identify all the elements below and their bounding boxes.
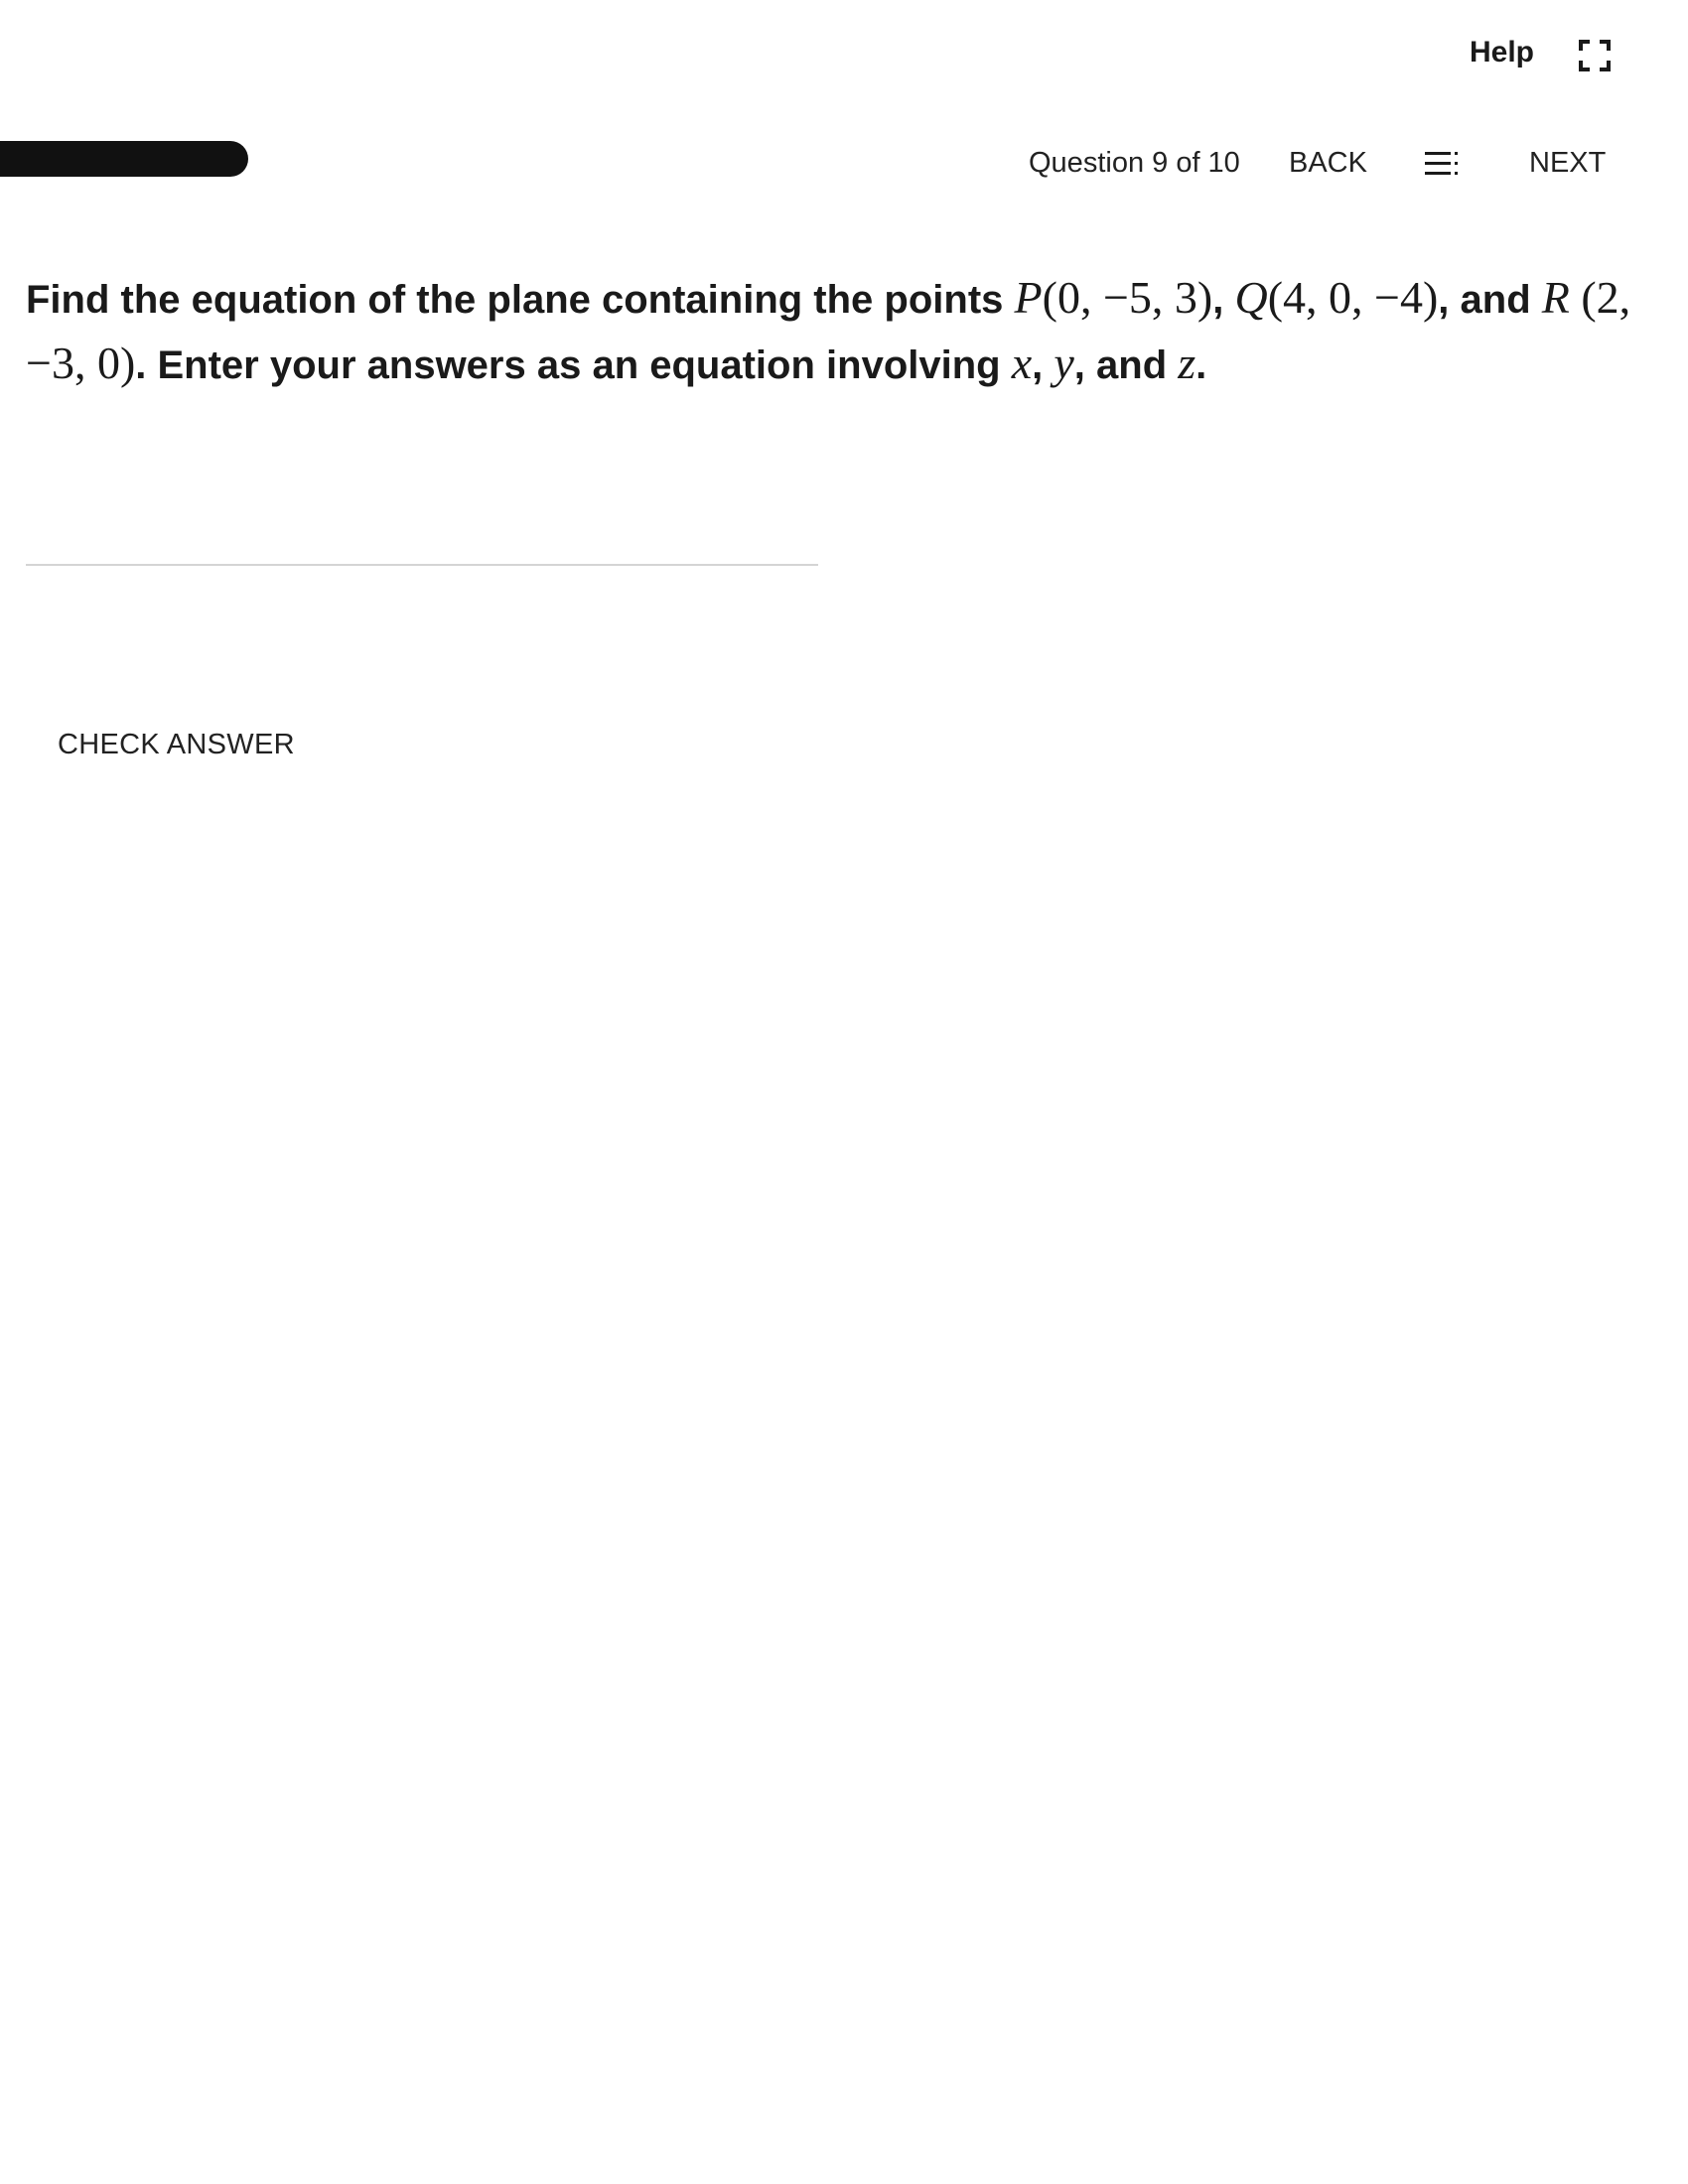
point-p: P(0, −5, 3) — [1015, 272, 1213, 323]
point-q-name: Q — [1234, 272, 1268, 323]
question-sep: , — [1032, 343, 1055, 387]
question-list-icon[interactable] — [1425, 149, 1465, 179]
question-lead: Find the equation of the plane containin… — [26, 278, 1015, 322]
variable-y: y — [1054, 338, 1074, 388]
question-sep: , and — [1073, 343, 1179, 387]
back-button[interactable]: BACK — [1289, 147, 1367, 180]
next-button[interactable]: NEXT — [1529, 147, 1606, 180]
question-sep: , and — [1438, 278, 1542, 322]
answer-underline — [26, 564, 818, 566]
fullscreen-icon[interactable] — [1579, 40, 1611, 71]
help-link[interactable]: Help — [1470, 36, 1534, 69]
variable-z: z — [1178, 338, 1196, 388]
point-q: Q(4, 0, −4) — [1234, 272, 1438, 323]
question-sep: , — [1212, 278, 1235, 322]
point-q-coords: (4, 0, −4) — [1267, 272, 1439, 323]
redacted-title — [0, 141, 248, 177]
question-nav-bar: Question 9 of 10 BACK NEXT — [0, 129, 1688, 199]
point-p-coords: (0, −5, 3) — [1042, 272, 1213, 323]
answer-input[interactable] — [26, 506, 822, 564]
check-answer-button[interactable]: CHECK ANSWER — [58, 729, 295, 761]
point-r-name: R — [1541, 272, 1570, 323]
question-text: Find the equation of the plane containin… — [26, 266, 1654, 397]
question-counter: Question 9 of 10 — [1029, 147, 1240, 179]
question-end: . — [1196, 343, 1207, 387]
point-p-name: P — [1014, 272, 1043, 323]
variable-x: x — [1011, 338, 1033, 388]
question-tail: . Enter your answers as an equation invo… — [135, 343, 1012, 387]
top-bar: Help — [0, 0, 1688, 99]
